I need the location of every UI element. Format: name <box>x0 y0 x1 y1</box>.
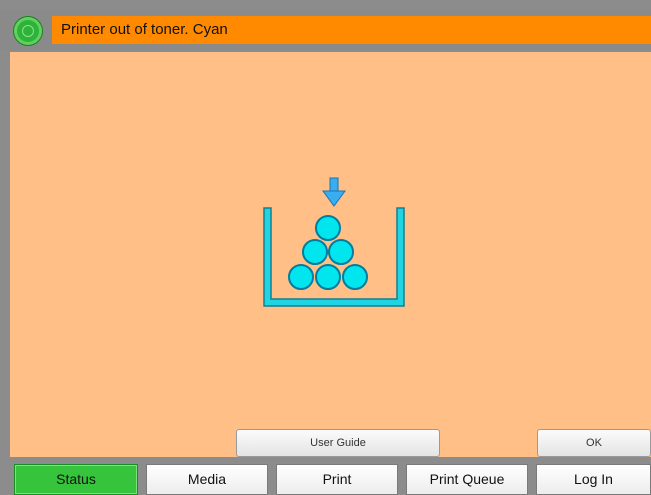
tab-print-queue[interactable]: Print Queue <box>406 464 528 495</box>
tab-status[interactable]: Status <box>14 464 138 495</box>
ok-button[interactable]: OK <box>537 429 651 457</box>
tab-print[interactable]: Print <box>276 464 398 495</box>
user-guide-button[interactable]: User Guide <box>236 429 440 457</box>
printer-panel-screen: Printer out of toner. Cyan User Guide OK <box>0 0 651 495</box>
tab-log-in[interactable]: Log In <box>536 464 651 495</box>
toner-refill-icon <box>263 177 405 307</box>
content-panel: User Guide OK <box>10 52 651 457</box>
tab-media[interactable]: Media <box>146 464 268 495</box>
bottom-tab-bar: Status Media Print Print Queue Log In <box>0 460 651 495</box>
header-bar: Printer out of toner. Cyan <box>0 10 651 50</box>
down-arrow-icon <box>322 177 346 207</box>
status-message: Printer out of toner. Cyan <box>52 16 651 44</box>
status-light-icon <box>14 17 42 45</box>
toner-balls-icon <box>288 215 368 290</box>
